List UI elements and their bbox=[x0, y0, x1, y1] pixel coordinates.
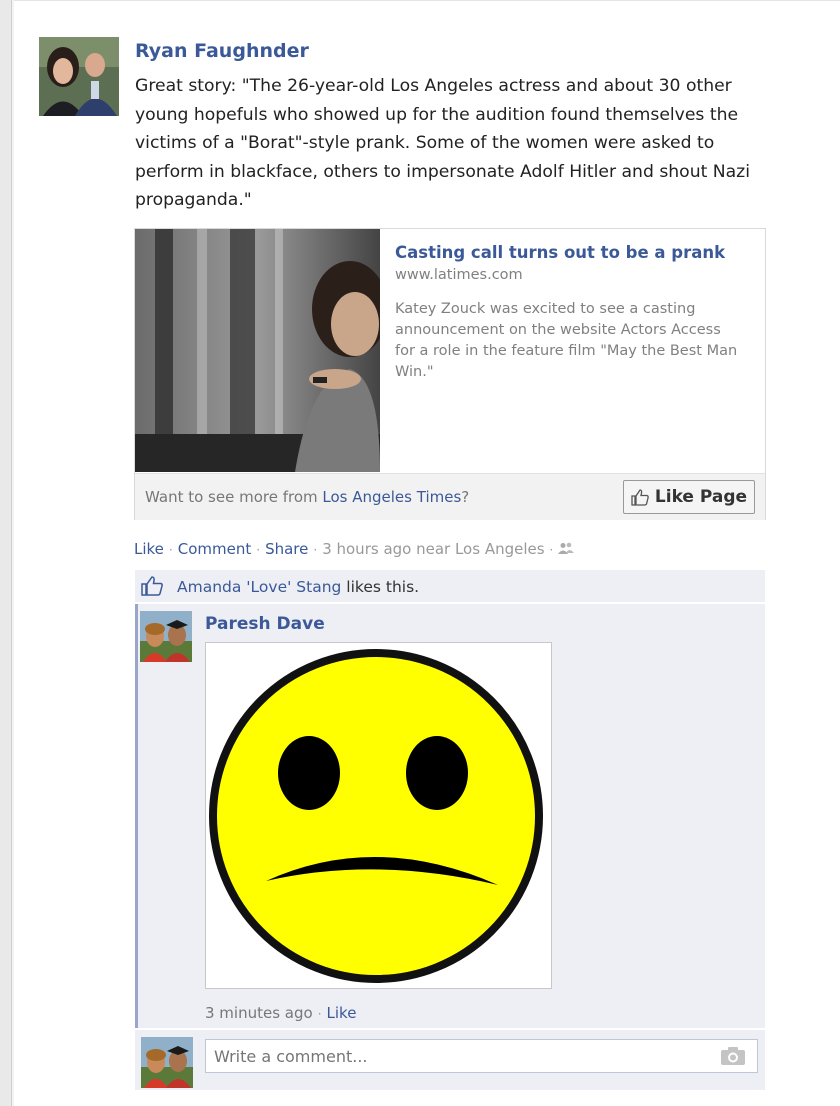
separator: · bbox=[313, 543, 318, 557]
shared-link-card: Casting call turns out to be a prank www… bbox=[134, 228, 766, 520]
share-link[interactable]: Share bbox=[265, 540, 308, 558]
post-author-name[interactable]: Ryan Faughnder bbox=[135, 40, 309, 62]
left-gutter-shade bbox=[12, 0, 14, 1106]
shared-link-title[interactable]: Casting call turns out to be a prank bbox=[395, 243, 725, 262]
see-more-prefix: Want to see more from bbox=[145, 488, 323, 506]
shared-link-domain: www.latimes.com bbox=[395, 267, 523, 283]
avatar-photo bbox=[140, 611, 192, 662]
post-message: Great story: "The 26-year-old Los Angele… bbox=[135, 76, 750, 210]
post-author-avatar[interactable] bbox=[39, 37, 119, 116]
see-more-text: Want to see more from Los Angeles Times? bbox=[145, 488, 469, 506]
likes-summary: Amanda 'Love' Stang likes this. bbox=[135, 570, 765, 602]
likes-suffix: likes this. bbox=[341, 578, 420, 596]
separator: · bbox=[317, 1007, 322, 1021]
comment-meta: 3 minutes ago · Like bbox=[205, 1004, 356, 1022]
like-page-label: Like Page bbox=[654, 487, 748, 507]
shared-link-thumbnail[interactable] bbox=[135, 229, 380, 472]
shared-link-footer: Want to see more from Los Angeles Times?… bbox=[135, 473, 765, 520]
camera-icon[interactable] bbox=[720, 1046, 746, 1066]
commenter-avatar[interactable] bbox=[140, 611, 192, 662]
friends-icon[interactable] bbox=[558, 542, 575, 555]
article-photo bbox=[135, 229, 380, 472]
comment-timestamp[interactable]: 3 minutes ago bbox=[205, 1004, 313, 1022]
viewer-avatar bbox=[141, 1037, 193, 1088]
separator: · bbox=[168, 543, 173, 557]
top-divider bbox=[0, 0, 840, 1]
sad-face-icon bbox=[209, 649, 543, 983]
post-timestamp[interactable]: 3 hours ago near Los Angeles bbox=[322, 540, 544, 558]
like-link[interactable]: Like bbox=[134, 540, 164, 558]
thumbs-up-icon bbox=[631, 488, 649, 506]
comment-input[interactable] bbox=[205, 1039, 758, 1073]
see-more-suffix: ? bbox=[461, 488, 470, 506]
shared-link-description: Katey Zouck was excited to see a casting… bbox=[395, 301, 738, 380]
post-actions: Like · Comment · Share · 3 hours ago near Los … bbox=[134, 540, 575, 558]
separator: · bbox=[549, 543, 554, 557]
comment-like-link[interactable]: Like bbox=[327, 1004, 357, 1022]
likes-text: Amanda 'Love' Stang likes this. bbox=[177, 578, 419, 596]
liker-name[interactable]: Amanda 'Love' Stang bbox=[177, 578, 341, 596]
like-page-button[interactable]: Like Page bbox=[623, 480, 755, 514]
separator: · bbox=[256, 543, 261, 557]
left-scroll-gutter bbox=[0, 0, 12, 1106]
avatar-photo bbox=[141, 1037, 193, 1088]
comment-link[interactable]: Comment bbox=[178, 540, 252, 558]
avatar-photo bbox=[39, 37, 119, 116]
commenter-name[interactable]: Paresh Dave bbox=[205, 614, 325, 634]
comment-image[interactable] bbox=[205, 642, 552, 989]
thumbs-up-icon bbox=[141, 576, 163, 596]
page-link[interactable]: Los Angeles Times bbox=[322, 488, 461, 506]
